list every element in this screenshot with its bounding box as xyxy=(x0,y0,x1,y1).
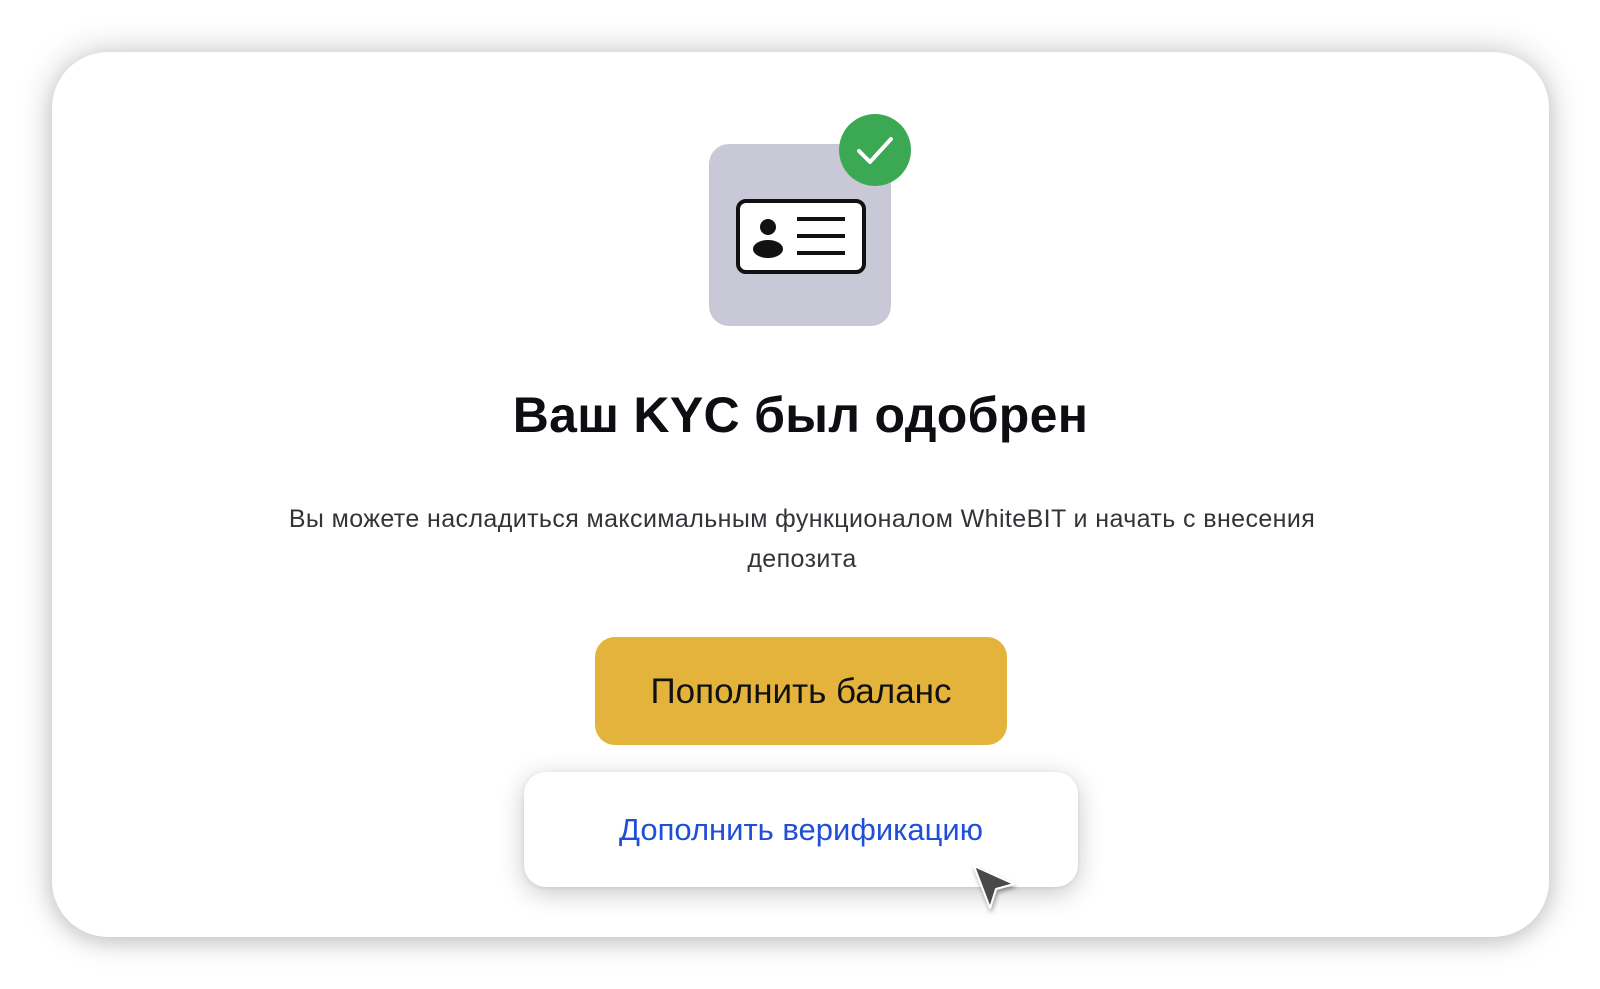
id-card-icon xyxy=(736,199,866,274)
check-icon xyxy=(839,114,911,186)
mouse-cursor-icon xyxy=(970,862,1020,918)
page-title: Ваш KYC был одобрен xyxy=(512,387,1089,443)
top-up-balance-button[interactable]: Пополнить баланс xyxy=(595,637,1007,745)
description-text: Вы можете насладиться максимальным функц… xyxy=(288,505,1316,573)
screen: Ваш KYC был одобрен Вы можете насладитьс… xyxy=(0,0,1600,989)
kyc-approved-card: Ваш KYC был одобрен Вы можете насладитьс… xyxy=(52,52,1549,937)
